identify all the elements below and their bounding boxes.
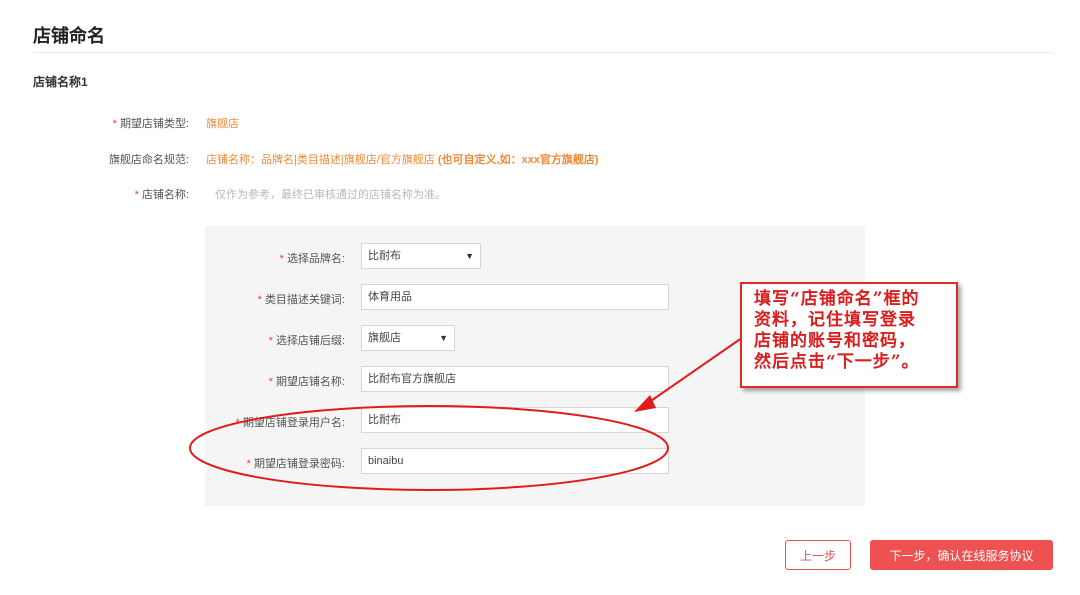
- arrow-head-icon: [634, 395, 656, 412]
- next-step-button[interactable]: 下一步，确认在线服务协议: [870, 540, 1053, 570]
- annotation-line: 然后点击“下一步”。: [754, 352, 920, 372]
- prev-step-button[interactable]: 上一步: [785, 540, 851, 570]
- highlight-ellipse: [189, 405, 669, 491]
- annotation-line: 店铺的账号和密码，: [754, 331, 916, 351]
- annotation-callout: 填写“店铺命名”框的 资料，记住填写登录 店铺的账号和密码， 然后点击“下一步”…: [740, 282, 958, 388]
- annotation-line: 资料，记住填写登录: [754, 310, 916, 330]
- annotation-line: 填写“店铺命名”框的: [754, 289, 920, 309]
